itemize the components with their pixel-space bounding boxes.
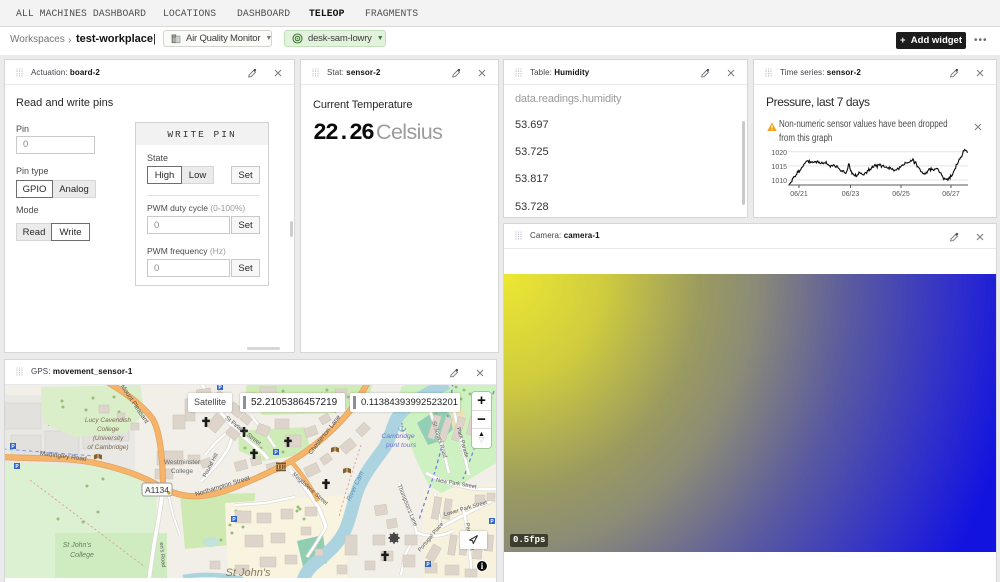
svg-text:College: College xyxy=(97,426,119,433)
svg-text:St John's: St John's xyxy=(63,542,92,549)
svg-text:College: College xyxy=(171,468,193,475)
svg-text:of Cambridge): of Cambridge) xyxy=(87,444,128,451)
svg-text:06/25: 06/25 xyxy=(892,191,910,198)
svg-text:06/27: 06/27 xyxy=(942,191,960,198)
svg-text:⚓: ⚓ xyxy=(397,422,407,432)
svg-text:06/21: 06/21 xyxy=(790,191,808,198)
svg-text:(University: (University xyxy=(93,435,124,442)
svg-text:06/23: 06/23 xyxy=(842,191,860,198)
svg-text:Lucy Cavendish: Lucy Cavendish xyxy=(85,417,132,424)
svg-text:College: College xyxy=(70,552,94,559)
svg-text:1015: 1015 xyxy=(771,164,787,171)
svg-text:Cambridge: Cambridge xyxy=(381,433,414,440)
svg-text:1010: 1010 xyxy=(771,178,787,185)
svg-text:A1134: A1134 xyxy=(145,485,169,495)
svg-text:Westminster: Westminster xyxy=(164,459,201,466)
svg-text:1020: 1020 xyxy=(771,150,787,157)
svg-text:punt tours: punt tours xyxy=(385,442,417,449)
svg-text:St John's: St John's xyxy=(226,567,271,579)
